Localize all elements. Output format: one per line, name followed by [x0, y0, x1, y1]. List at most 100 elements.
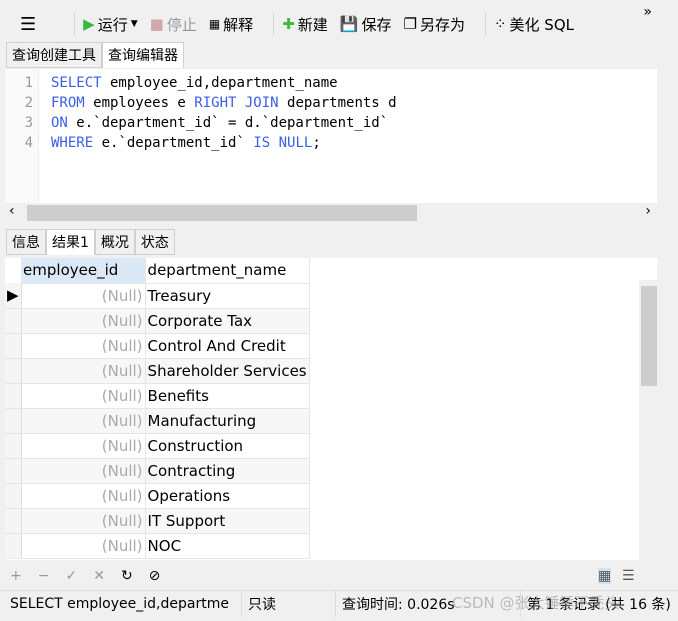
- code-line: 3 ON e.`department_id` = d.`department_id…: [5, 115, 389, 135]
- cell-employee-id[interactable]: (Null): [21, 458, 146, 484]
- magic-wand-icon: ⁘: [493, 15, 507, 33]
- row-indicator: [5, 383, 22, 409]
- row-indicator: [5, 508, 22, 534]
- table-row[interactable]: (Null) NOC: [5, 533, 310, 559]
- explain-button[interactable]: ▦ 解释: [209, 14, 253, 35]
- more-button[interactable]: »: [643, 4, 652, 20]
- cell-department-name[interactable]: NOC: [145, 533, 310, 559]
- tab-status[interactable]: 状态: [134, 229, 175, 255]
- check-icon[interactable]: ✓: [65, 568, 77, 584]
- editor-tabs: 查询创建工具 查询编辑器: [6, 42, 184, 68]
- cell-employee-id[interactable]: (Null): [21, 308, 146, 334]
- horizontal-scrollbar[interactable]: ‹ ›: [5, 203, 657, 221]
- grid-view-icon[interactable]: ▦: [598, 568, 612, 584]
- row-indicator: [5, 333, 22, 359]
- beautify-sql-button[interactable]: ⁘ 美化 SQL: [494, 14, 574, 35]
- cell-department-name[interactable]: Manufacturing: [145, 408, 310, 434]
- code-line: 1 SELECT employee_id,department_name: [5, 75, 338, 95]
- column-header[interactable]: employee_id: [21, 258, 146, 284]
- table-row[interactable]: (Null) Shareholder Services: [5, 358, 310, 384]
- cell-employee-id[interactable]: (Null): [21, 433, 146, 459]
- row-indicator: [5, 483, 22, 509]
- code-text: WHERE e.`department_id` IS NULL;: [51, 135, 321, 155]
- cell-employee-id[interactable]: (Null): [21, 283, 146, 309]
- line-number: 2: [24, 95, 33, 111]
- result-tabs: 信息 结果1 概况 状态: [6, 229, 175, 255]
- form-view-icon[interactable]: ☰: [622, 568, 635, 584]
- cell-department-name[interactable]: Shareholder Services: [145, 358, 310, 384]
- cell-department-name[interactable]: IT Support: [145, 508, 310, 534]
- table-row[interactable]: (Null) IT Support: [5, 508, 310, 534]
- table-row[interactable]: (Null) Construction: [5, 433, 310, 459]
- cell-employee-id[interactable]: (Null): [21, 508, 146, 534]
- menu-icon[interactable]: ☰: [20, 14, 36, 35]
- cell-employee-id[interactable]: (Null): [21, 333, 146, 359]
- code-text: SELECT employee_id,department_name: [51, 75, 338, 95]
- code-text: FROM employees e RIGHT JOIN departments …: [51, 95, 397, 115]
- tab-query-builder[interactable]: 查询创建工具: [6, 42, 102, 68]
- table-row[interactable]: (Null) Control And Credit: [5, 333, 310, 359]
- sql-token: RIGHT JOIN: [194, 95, 279, 111]
- cell-department-name[interactable]: Construction: [145, 433, 310, 459]
- column-header[interactable]: department_name: [145, 258, 310, 284]
- cell-employee-id[interactable]: (Null): [21, 383, 146, 409]
- tab-query-editor[interactable]: 查询编辑器: [102, 42, 184, 68]
- play-icon: ▶: [83, 15, 95, 33]
- line-number: 3: [24, 115, 33, 131]
- refresh-icon[interactable]: ↻: [121, 568, 133, 584]
- vertical-scrollbar[interactable]: [639, 280, 657, 560]
- cell-employee-id[interactable]: (Null): [21, 483, 146, 509]
- add-icon[interactable]: +: [10, 568, 22, 584]
- sql-token: ON: [51, 115, 68, 131]
- sql-token: employees e: [84, 95, 195, 111]
- cell-employee-id[interactable]: (Null): [21, 408, 146, 434]
- sql-token: SELECT: [51, 75, 102, 91]
- cell-department-name[interactable]: Benefits: [145, 383, 310, 409]
- code-text: ON e.`department_id` = d.`department_id`: [51, 115, 388, 135]
- explain-icon: ▦: [208, 17, 221, 31]
- sql-token: FROM: [51, 95, 85, 111]
- close-icon[interactable]: ✕: [93, 568, 105, 584]
- cell-employee-id[interactable]: (Null): [21, 533, 146, 559]
- cell-department-name[interactable]: Treasury: [145, 283, 310, 309]
- sql-token: departments d: [278, 95, 397, 111]
- run-button[interactable]: ▶ 运行 ▼: [83, 14, 137, 35]
- save-icon: 💾: [339, 15, 359, 33]
- cell-department-name[interactable]: Control And Credit: [145, 333, 310, 359]
- save-button[interactable]: 💾 保存: [340, 14, 392, 35]
- table-row[interactable]: (Null) Manufacturing: [5, 408, 310, 434]
- cell-department-name[interactable]: Corporate Tax: [145, 308, 310, 334]
- table-row[interactable]: (Null) Benefits: [5, 383, 310, 409]
- tab-result1[interactable]: 结果1: [46, 229, 95, 255]
- sql-editor[interactable]: 1 SELECT employee_id,department_name 2 FROM…: [5, 69, 657, 203]
- new-button[interactable]: ✚ 新建: [282, 14, 328, 35]
- toolbar: ☰ ▶ 运行 ▼ ■ 停止 ▦ 解释 ✚ 新建 💾 保存 ❐ 另存为 ⁘ 美化 SQL »: [0, 4, 658, 40]
- minus-icon[interactable]: −: [38, 568, 50, 584]
- result-grid: employee_id department_name ▶ (Null) Treasur…: [5, 258, 657, 560]
- code-line: 2 FROM employees e RIGHT JOIN departments…: [5, 95, 397, 115]
- table-row[interactable]: (Null) Contracting: [5, 458, 310, 484]
- table-row[interactable]: (Null) Operations: [5, 483, 310, 509]
- cell-employee-id[interactable]: (Null): [21, 358, 146, 384]
- row-indicator: [5, 308, 22, 334]
- save-as-button[interactable]: ❐ 另存为: [403, 14, 464, 35]
- sql-token: e.`department_id`: [93, 135, 254, 151]
- tab-info[interactable]: 信息: [6, 229, 46, 255]
- table-row[interactable]: (Null) Corporate Tax: [5, 308, 310, 334]
- stop-icon[interactable]: ⊘: [149, 568, 161, 584]
- stop-button[interactable]: ■ 停止: [150, 14, 197, 35]
- line-number: 4: [24, 135, 33, 151]
- cell-department-name[interactable]: Operations: [145, 483, 310, 509]
- table-row[interactable]: ▶ (Null) Treasury: [5, 283, 310, 309]
- watermark: CSDN @张大锤锤不秃头: [452, 594, 620, 612]
- sql-token: WHERE: [51, 135, 94, 151]
- row-indicator: ▶: [5, 283, 22, 309]
- line-number: 1: [24, 75, 33, 91]
- cell-department-name[interactable]: Contracting: [145, 458, 310, 484]
- status-sql: SELECT employee_id,departme: [0, 591, 242, 617]
- new-icon: ✚: [282, 15, 295, 33]
- dropdown-icon[interactable]: ▼: [131, 19, 138, 29]
- sql-token: employee_id,department_name: [101, 75, 338, 91]
- tab-profile[interactable]: 概况: [94, 229, 135, 255]
- code-line: 4 WHERE e.`department_id` IS NULL;: [5, 135, 321, 155]
